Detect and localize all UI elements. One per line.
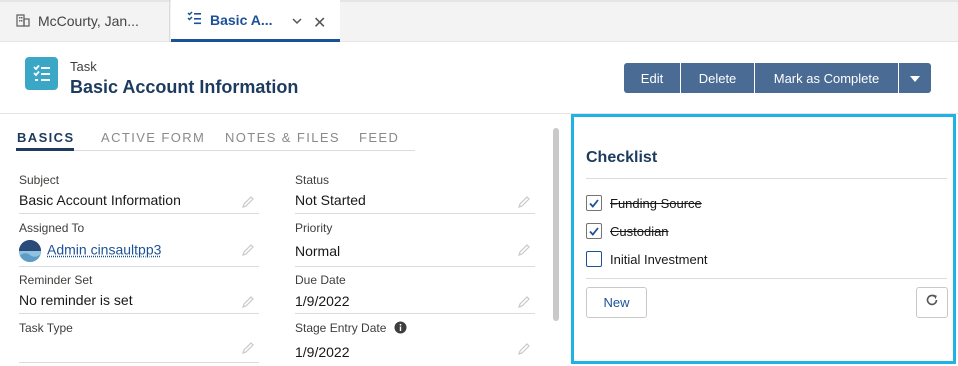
checklist-panel: Checklist Funding Source Custodian Initi…: [571, 114, 956, 364]
checklist-item[interactable]: Custodian: [586, 222, 669, 240]
checklist-divider: [586, 178, 947, 179]
field-divider: [19, 313, 259, 314]
checklist-item-label: Initial Investment: [610, 251, 708, 267]
checklist-item-label: Funding Source: [610, 195, 702, 211]
object-type-label: Task: [70, 59, 97, 74]
action-button-group: Edit Delete Mark as Complete: [624, 63, 931, 93]
checked-checkbox-icon[interactable]: [586, 223, 602, 239]
field-label-container: Stage Entry Date: [295, 321, 407, 337]
new-item-button[interactable]: New: [586, 287, 647, 318]
close-icon[interactable]: ✕: [313, 13, 326, 33]
field-label: Due Date: [295, 273, 346, 287]
checklist-item[interactable]: Initial Investment: [586, 250, 708, 268]
checklist-icon: [187, 11, 202, 28]
field-label: Reminder Set: [19, 273, 93, 287]
tab-mccourty[interactable]: McCourty, Jan...: [0, 0, 170, 42]
tab-label: McCourty, Jan...: [38, 13, 139, 29]
edit-button[interactable]: Edit: [624, 63, 681, 93]
field-label: Subject: [19, 173, 60, 187]
more-actions-button[interactable]: [899, 63, 931, 93]
field-value: 1/9/2022: [295, 344, 350, 360]
checklist-divider: [586, 278, 947, 279]
checklist-title: Checklist: [586, 149, 658, 166]
field-value: Basic Account Information: [19, 192, 181, 208]
pencil-icon[interactable]: [517, 342, 531, 356]
field-value: Normal: [295, 243, 341, 259]
pencil-icon[interactable]: [241, 195, 255, 209]
field-divider: [295, 313, 535, 314]
field-label: Priority: [295, 221, 333, 235]
chevron-down-icon[interactable]: [291, 14, 303, 30]
field-value: Not Started: [295, 192, 366, 208]
task-icon: [25, 57, 58, 90]
pencil-icon[interactable]: [241, 341, 255, 355]
info-icon[interactable]: [394, 321, 407, 337]
field-divider: [19, 362, 259, 363]
field-divider: [295, 266, 535, 267]
refresh-button[interactable]: [916, 287, 948, 318]
mark-complete-button[interactable]: Mark as Complete: [755, 63, 899, 93]
delete-button[interactable]: Delete: [681, 63, 755, 93]
checklist-item-label: Custodian: [610, 223, 669, 239]
pencil-icon[interactable]: [241, 295, 255, 309]
field-divider: [295, 213, 535, 214]
page-title: Basic Account Information: [70, 77, 299, 97]
refresh-icon: [925, 293, 939, 312]
field-label: Assigned To: [19, 221, 85, 235]
pencil-icon[interactable]: [517, 243, 531, 257]
building-icon: [16, 13, 30, 30]
pencil-icon[interactable]: [241, 243, 255, 257]
tab-notes-files[interactable]: NOTES & FILES: [225, 130, 340, 145]
record-header: Task Basic Account Information Edit Dele…: [0, 42, 958, 114]
field-value: No reminder is set: [19, 292, 133, 308]
unchecked-checkbox-icon[interactable]: [586, 251, 602, 267]
field-label: Stage Entry Date: [295, 321, 387, 335]
scrollbar[interactable]: [553, 128, 559, 321]
field-divider: [19, 266, 259, 267]
assigned-user-link[interactable]: Admin cinsaultpp3: [47, 242, 161, 258]
tab-basic-account[interactable]: Basic A... ✕: [171, 0, 340, 42]
tab-feed[interactable]: FEED: [359, 130, 399, 145]
field-value: 1/9/2022: [295, 293, 350, 309]
pencil-icon[interactable]: [517, 195, 531, 209]
field-label: Status: [295, 173, 330, 187]
record-subtabs: BASICS ACTIVE FORM NOTES & FILES FEED: [16, 128, 415, 151]
tab-label: Basic A...: [210, 11, 273, 28]
workspace-tab-bar: McCourty, Jan... Basic A... ✕: [0, 0, 958, 42]
caret-down-icon: [909, 71, 921, 86]
checklist-item[interactable]: Funding Source: [586, 194, 702, 212]
checked-checkbox-icon[interactable]: [586, 195, 602, 211]
field-label: Task Type: [19, 321, 73, 335]
field-value-container: Admin cinsaultpp3: [19, 240, 161, 262]
tab-active-form[interactable]: ACTIVE FORM: [101, 130, 205, 145]
active-tab-indicator: [16, 148, 74, 151]
tab-basics[interactable]: BASICS: [17, 130, 75, 145]
avatar: [19, 240, 41, 262]
field-divider: [19, 213, 259, 214]
pencil-icon[interactable]: [517, 295, 531, 309]
